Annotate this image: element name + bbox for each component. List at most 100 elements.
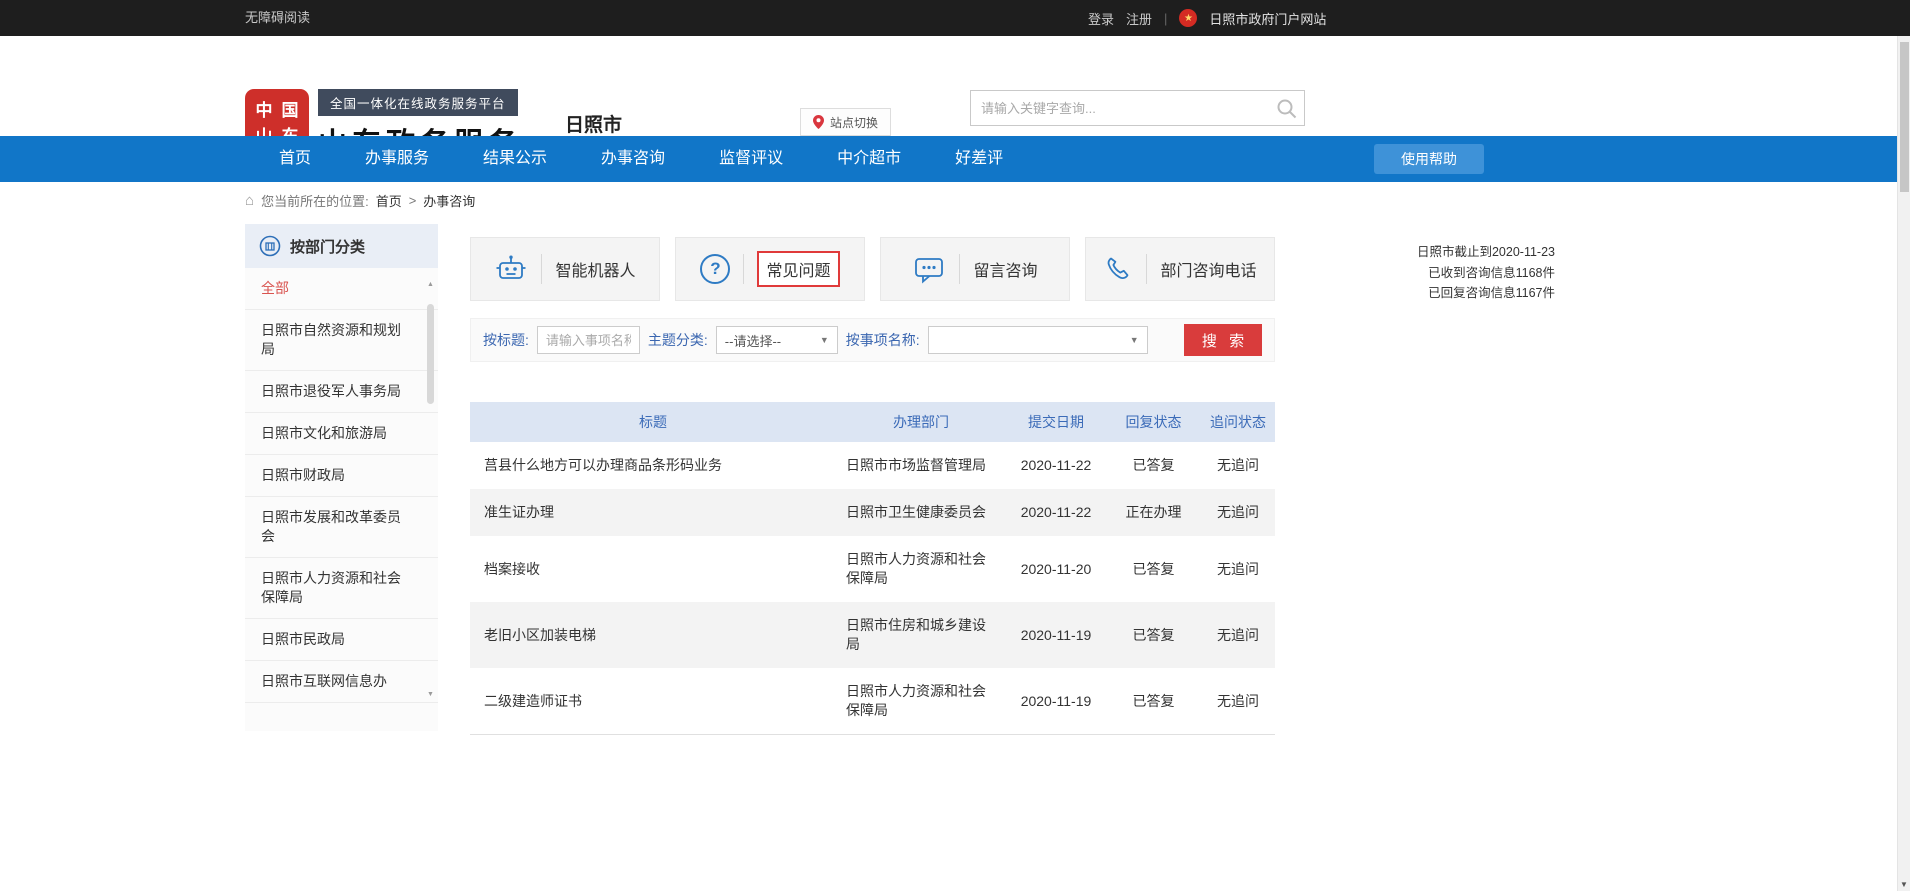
row-dept: 日照市市场监督管理局 bbox=[836, 442, 1006, 489]
table-row[interactable]: 档案接收 日照市人力资源和社会保障局 2020-11-20 已答复 无追问 bbox=[470, 536, 1275, 602]
table-row[interactable]: 二级建造师证书 日照市人力资源和社会保障局 2020-11-19 已答复 无追问 bbox=[470, 668, 1275, 735]
sidebar-item[interactable]: 日照市发展和改革委员会 bbox=[245, 497, 438, 558]
seal-char: 国 bbox=[282, 96, 299, 121]
stats-line: 已收到咨询信息1168件 bbox=[1385, 263, 1555, 284]
site-header: 中 国 山 东 全国一体化在线政务服务平台 山东政务服务 日照市 站点切换 全部… bbox=[0, 36, 1910, 136]
row-reply: 已答复 bbox=[1106, 602, 1201, 668]
sidebar-item[interactable]: 日照市互联网信息办 bbox=[245, 661, 438, 703]
portal-site-link[interactable]: 日照市政府门户网站 bbox=[1209, 9, 1326, 28]
divider bbox=[541, 254, 542, 284]
channel-smart-robot[interactable]: 智能机器人 bbox=[470, 237, 660, 301]
breadcrumb-separator: > bbox=[409, 193, 417, 208]
row-dept: 日照市人力资源和社会保障局 bbox=[836, 536, 1006, 602]
item-filter-label: 按事项名称: bbox=[846, 330, 920, 350]
row-follow: 无追问 bbox=[1201, 442, 1275, 489]
nav-item-intermediary[interactable]: 中介超市 bbox=[810, 136, 928, 182]
title-filter-label: 按标题: bbox=[483, 330, 529, 350]
sidebar-item[interactable]: 日照市自然资源和规划局 bbox=[245, 310, 438, 371]
nav-item-services[interactable]: 办事服务 bbox=[338, 136, 456, 182]
sidebar-list: 全部 日照市自然资源和规划局 日照市退役军人事务局 日照市文化和旅游局 日照市财… bbox=[245, 268, 438, 703]
row-follow: 无追问 bbox=[1201, 602, 1275, 668]
sidebar-scroll-thumb[interactable] bbox=[427, 304, 434, 404]
scroll-up-icon[interactable]: ▲ bbox=[426, 280, 435, 290]
table-row[interactable]: 准生证办理 日照市卫生健康委员会 2020-11-22 正在办理 无追问 bbox=[470, 489, 1275, 536]
register-link[interactable]: 注册 bbox=[1126, 9, 1152, 28]
robot-icon bbox=[494, 254, 528, 284]
breadcrumb-home-link[interactable]: 首页 bbox=[376, 191, 402, 210]
message-icon bbox=[912, 254, 946, 284]
row-date: 2020-11-22 bbox=[1006, 489, 1106, 536]
search-icon[interactable] bbox=[1275, 97, 1299, 121]
channel-phone-directory[interactable]: 部门咨询电话 bbox=[1085, 237, 1275, 301]
window-scroll-thumb[interactable] bbox=[1900, 42, 1909, 192]
scroll-down-icon[interactable]: ▼ bbox=[1898, 880, 1910, 889]
site-switch-button[interactable]: 站点切换 bbox=[800, 108, 891, 136]
row-reply: 已答复 bbox=[1106, 536, 1201, 602]
department-sidebar: 按部门分类 全部 日照市自然资源和规划局 日照市退役军人事务局 日照市文化和旅游… bbox=[245, 224, 438, 731]
question-icon: ? bbox=[700, 254, 730, 284]
sidebar-item[interactable]: 日照市文化和旅游局 bbox=[245, 413, 438, 455]
row-date: 2020-11-22 bbox=[1006, 442, 1106, 489]
nav-item-rating[interactable]: 好差评 bbox=[928, 136, 1030, 182]
row-dept: 日照市住房和城乡建设局 bbox=[836, 602, 1006, 668]
header-follow-status: 追问状态 bbox=[1201, 402, 1275, 442]
header-dept: 办理部门 bbox=[836, 402, 1006, 442]
sidebar-scrollbar[interactable]: ▲ ▼ bbox=[426, 280, 435, 700]
breadcrumb: ⌂ 您当前所在的位置: 首页 > 办事咨询 bbox=[245, 184, 475, 216]
department-icon bbox=[259, 235, 281, 257]
row-title[interactable]: 二级建造师证书 bbox=[470, 668, 836, 735]
window-scrollbar[interactable]: ▼ bbox=[1897, 36, 1910, 891]
nav-item-home[interactable]: 首页 bbox=[252, 136, 338, 182]
row-title[interactable]: 准生证办理 bbox=[470, 489, 836, 536]
sidebar-item[interactable]: 日照市退役军人事务局 bbox=[245, 371, 438, 413]
divider bbox=[743, 254, 744, 284]
channel-label: 留言咨询 bbox=[973, 257, 1037, 281]
keyword-search-input[interactable] bbox=[971, 91, 1304, 125]
table-row[interactable]: 老旧小区加装电梯 日照市住房和城乡建设局 2020-11-19 已答复 无追问 bbox=[470, 602, 1275, 668]
scroll-down-icon[interactable]: ▼ bbox=[426, 690, 435, 700]
sidebar-header: 按部门分类 bbox=[245, 224, 438, 268]
row-title[interactable]: 莒县什么地方可以办理商品条形码业务 bbox=[470, 442, 836, 489]
filter-search-button[interactable]: 搜 索 bbox=[1184, 324, 1262, 356]
breadcrumb-current[interactable]: 办事咨询 bbox=[423, 191, 475, 210]
consult-channel-cards: 智能机器人 ? 常见问题 留言咨询 部门咨询电话 bbox=[470, 237, 1275, 301]
row-reply: 已答复 bbox=[1106, 668, 1201, 735]
platform-badge: 全国一体化在线政务服务平台 bbox=[318, 89, 518, 116]
filter-bar: 按标题: 主题分类: --请选择-- ▼ 按事项名称: ▼ 搜 索 bbox=[470, 318, 1275, 362]
nav-item-results[interactable]: 结果公示 bbox=[456, 136, 574, 182]
help-button[interactable]: 使用帮助 bbox=[1374, 144, 1484, 174]
category-select[interactable]: --请选择-- ▼ bbox=[716, 326, 838, 354]
top-utility-bar: 无障碍阅读 登录 注册 | ★ 日照市政府门户网站 bbox=[0, 0, 1910, 36]
national-emblem-icon: ★ bbox=[1179, 9, 1197, 27]
table-header-row: 标题 办理部门 提交日期 回复状态 追问状态 bbox=[470, 402, 1275, 442]
sidebar-item[interactable]: 日照市人力资源和社会保障局 bbox=[245, 558, 438, 619]
topbar-right-group: 登录 注册 | ★ 日照市政府门户网站 bbox=[1088, 0, 1326, 36]
chevron-down-icon: ▼ bbox=[1130, 335, 1139, 345]
sidebar-item-all[interactable]: 全部 bbox=[245, 268, 438, 310]
row-dept: 日照市卫生健康委员会 bbox=[836, 489, 1006, 536]
row-title[interactable]: 老旧小区加装电梯 bbox=[470, 602, 836, 668]
channel-label: 智能机器人 bbox=[555, 257, 635, 281]
row-follow: 无追问 bbox=[1201, 536, 1275, 602]
channel-message-consult[interactable]: 留言咨询 bbox=[880, 237, 1070, 301]
sidebar-item[interactable]: 日照市民政局 bbox=[245, 619, 438, 661]
nav-item-supervision[interactable]: 监督评议 bbox=[692, 136, 810, 182]
nav-item-consult[interactable]: 办事咨询 bbox=[574, 136, 692, 182]
row-follow: 无追问 bbox=[1201, 489, 1275, 536]
stats-line: 日照市截止到2020-11-23 bbox=[1385, 242, 1555, 263]
channel-faq[interactable]: ? 常见问题 bbox=[675, 237, 865, 301]
accessibility-link[interactable]: 无障碍阅读 bbox=[245, 0, 310, 36]
sidebar-item[interactable]: 日照市财政局 bbox=[245, 455, 438, 497]
login-link[interactable]: 登录 bbox=[1088, 9, 1114, 28]
row-dept: 日照市人力资源和社会保障局 bbox=[836, 668, 1006, 735]
chevron-down-icon: ▼ bbox=[820, 335, 829, 345]
row-title[interactable]: 档案接收 bbox=[470, 536, 836, 602]
row-follow: 无追问 bbox=[1201, 668, 1275, 735]
table-row[interactable]: 莒县什么地方可以办理商品条形码业务 日照市市场监督管理局 2020-11-22 … bbox=[470, 442, 1275, 489]
item-select[interactable]: ▼ bbox=[928, 326, 1148, 354]
category-select-value: --请选择-- bbox=[725, 331, 781, 350]
stats-line: 已回复咨询信息1167件 bbox=[1385, 283, 1555, 304]
divider bbox=[959, 254, 960, 284]
breadcrumb-prefix: 您当前所在的位置: bbox=[261, 191, 369, 210]
title-filter-input[interactable] bbox=[537, 326, 640, 354]
